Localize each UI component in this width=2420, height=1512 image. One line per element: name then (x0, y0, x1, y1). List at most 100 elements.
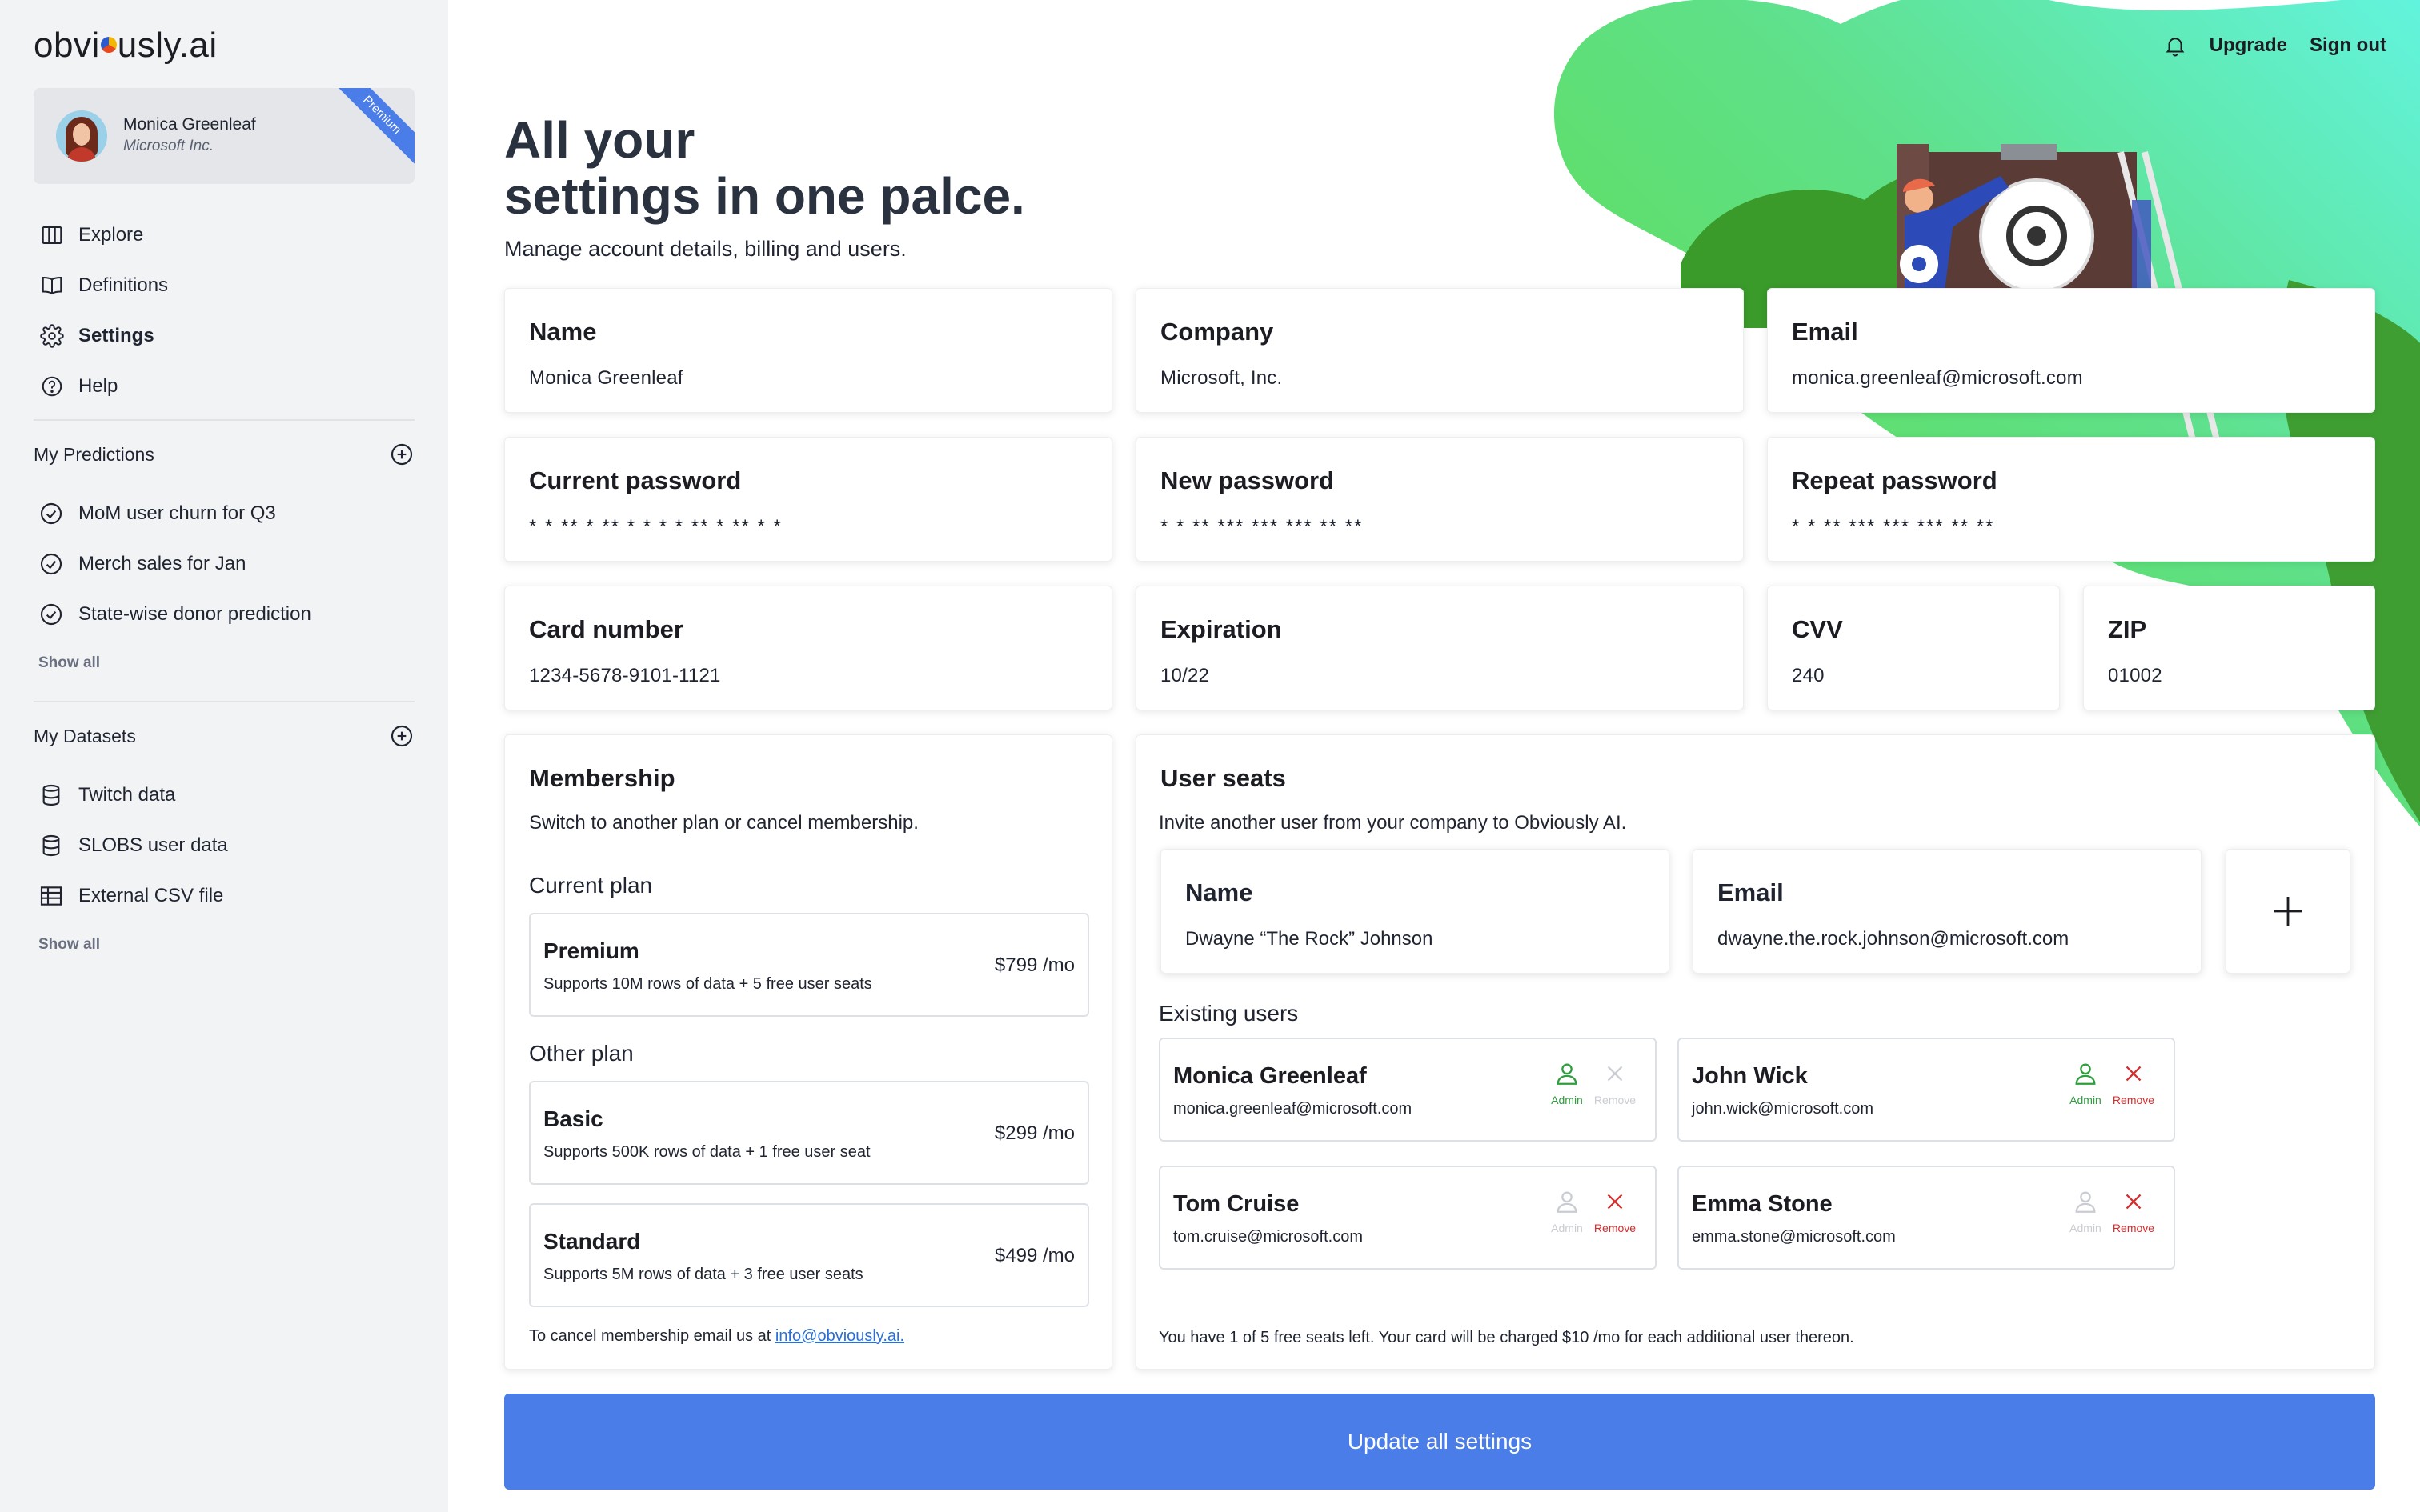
list-item[interactable]: External CSV file (38, 870, 415, 921)
invite-email-field[interactable]: Email dwayne.the.rock.johnson@microsoft.… (1693, 849, 2202, 974)
predictions-list: MoM user churn for Q3 Merch sales for Ja… (38, 488, 415, 639)
gear-icon (38, 322, 66, 350)
page-subtitle: Manage account details, billing and user… (504, 237, 907, 261)
field-label: New password (1160, 466, 1335, 494)
user-icon (1557, 1063, 1577, 1085)
field-label: Email (1792, 318, 1858, 346)
predictions-show-all-link[interactable]: Show all (38, 654, 100, 672)
user-card: John Wick john.wick@microsoft.com Admin … (1677, 1038, 2175, 1142)
logo[interactable]: obvi usly.ai (34, 26, 218, 66)
expiration-field[interactable]: Expiration 10/22 (1136, 586, 1744, 710)
add-dataset-icon[interactable] (389, 723, 415, 749)
plan-option-basic[interactable]: Basic Supports 500K rows of data + 1 fre… (529, 1081, 1089, 1185)
current-password-field[interactable]: Current password * * ** * ** * * * * ** … (504, 437, 1112, 562)
remove-user-button[interactable]: Remove (2109, 1060, 2158, 1106)
user-icon (2075, 1063, 2096, 1085)
book-icon (38, 272, 66, 299)
nav-item-settings[interactable]: Settings (38, 310, 415, 361)
close-icon (1607, 1194, 1623, 1210)
user-email: tom.cruise@microsoft.com (1173, 1228, 1364, 1246)
repeat-password-input[interactable]: * * ** *** *** *** ** ** (1792, 516, 1994, 538)
update-all-settings-button[interactable]: Update all settings (504, 1394, 2375, 1490)
profile-company: Microsoft Inc. (123, 138, 214, 154)
add-prediction-icon[interactable] (389, 442, 415, 467)
user-name: Monica Greenleaf (1173, 1063, 1367, 1089)
admin-toggle[interactable]: Admin (2061, 1060, 2109, 1106)
email-input[interactable]: monica.greenleaf@microsoft.com (1792, 367, 2083, 390)
cancel-membership-note: To cancel membership email us at info@ob… (529, 1327, 905, 1345)
bell-icon[interactable] (2163, 34, 2187, 58)
add-user-button[interactable] (2226, 849, 2350, 974)
invite-email-input[interactable]: dwayne.the.rock.johnson@microsoft.com (1717, 928, 2069, 950)
remove-user-button[interactable]: Remove (1591, 1188, 1639, 1234)
remove-user-button[interactable]: Remove (2109, 1188, 2158, 1234)
list-item[interactable]: MoM user churn for Q3 (38, 488, 415, 538)
nav-item-explore[interactable]: Explore (38, 210, 415, 260)
zip-field[interactable]: ZIP 01002 (2083, 586, 2375, 710)
plan-description: Supports 500K rows of data + 1 free user… (543, 1143, 871, 1161)
sign-out-link[interactable]: Sign out (2310, 34, 2386, 57)
repeat-password-field[interactable]: Repeat password * * ** *** *** *** ** ** (1767, 437, 2375, 562)
user-email: monica.greenleaf@microsoft.com (1173, 1100, 1412, 1118)
invite-name-field[interactable]: Name Dwayne “The Rock” Johnson (1160, 849, 1669, 974)
new-password-input[interactable]: * * ** *** *** *** ** ** (1160, 516, 1363, 538)
help-icon (38, 373, 66, 400)
user-card: Monica Greenleaf monica.greenleaf@micros… (1159, 1038, 1657, 1142)
field-label: Card number (529, 615, 683, 643)
admin-toggle[interactable]: Admin (1543, 1060, 1591, 1106)
remove-user-button[interactable]: Remove (1591, 1060, 1639, 1106)
plan-price: $299 /mo (994, 1122, 1075, 1144)
zip-input[interactable]: 01002 (2108, 665, 2162, 687)
nav-item-definitions[interactable]: Definitions (38, 260, 415, 310)
cvv-field[interactable]: CVV 240 (1767, 586, 2060, 710)
list-item[interactable]: SLOBS user data (38, 820, 415, 870)
profile-card[interactable]: Monica Greenleaf Microsoft Inc. Premium (34, 88, 415, 184)
field-label: Current password (529, 466, 742, 494)
datasets-title: My Datasets (34, 725, 136, 746)
predictions-header: My Predictions (34, 442, 415, 467)
current-password-input[interactable]: * * ** * ** * * * * ** * ** * * (529, 516, 783, 538)
membership-subtitle: Switch to another plan or cancel members… (529, 812, 919, 834)
invite-name-input[interactable]: Dwayne “The Rock” Johnson (1185, 928, 1432, 950)
company-field[interactable]: Company Microsoft, Inc. (1136, 288, 1744, 413)
premium-ribbon: Premium (331, 88, 415, 166)
list-item[interactable]: State-wise donor prediction (38, 589, 415, 639)
company-input[interactable]: Microsoft, Inc. (1160, 367, 1282, 390)
plan-description: Supports 10M rows of data + 5 free user … (543, 975, 872, 993)
admin-toggle[interactable]: Admin (1543, 1188, 1591, 1234)
list-item[interactable]: Twitch data (38, 770, 415, 820)
current-plan-option[interactable]: Premium Supports 10M rows of data + 5 fr… (529, 913, 1089, 1017)
list-item[interactable]: Merch sales for Jan (38, 538, 415, 589)
support-email-link[interactable]: info@obviously.ai. (775, 1327, 904, 1345)
nav-label: Definitions (78, 274, 169, 296)
user-name: Emma Stone (1692, 1191, 1833, 1217)
user-email: john.wick@microsoft.com (1692, 1100, 1874, 1118)
columns-icon (38, 222, 66, 249)
plan-price: $799 /mo (994, 954, 1075, 976)
card-number-field[interactable]: Card number 1234-5678-9101-1121 (504, 586, 1112, 710)
divider (34, 419, 415, 421)
sidebar: obvi usly.ai Monica Greenleaf Microsoft I… (0, 0, 448, 1512)
profile-name: Monica Greenleaf (123, 115, 256, 134)
admin-toggle[interactable]: Admin (2061, 1188, 2109, 1234)
plan-option-standard[interactable]: Standard Supports 5M rows of data + 3 fr… (529, 1203, 1089, 1307)
top-nav: Upgrade Sign out (2163, 34, 2386, 58)
cvv-input[interactable]: 240 (1792, 665, 1825, 687)
logo-dot-icon (100, 37, 117, 54)
email-field[interactable]: Email monica.greenleaf@microsoft.com (1767, 288, 2375, 413)
predictions-title: My Predictions (34, 443, 154, 465)
nav-item-help[interactable]: Help (38, 361, 415, 411)
close-icon (2126, 1194, 2142, 1210)
avatar (56, 110, 107, 162)
name-input[interactable]: Monica Greenleaf (529, 367, 683, 390)
datasets-show-all-link[interactable]: Show all (38, 936, 100, 954)
other-plan-heading: Other plan (529, 1041, 634, 1066)
plus-icon (2274, 897, 2302, 926)
expiration-input[interactable]: 10/22 (1160, 665, 1209, 687)
upgrade-link[interactable]: Upgrade (2210, 34, 2287, 57)
field-label: CVV (1792, 615, 1843, 643)
close-icon (1607, 1066, 1623, 1082)
new-password-field[interactable]: New password * * ** *** *** *** ** ** (1136, 437, 1744, 562)
name-field[interactable]: Name Monica Greenleaf (504, 288, 1112, 413)
card-number-input[interactable]: 1234-5678-9101-1121 (529, 665, 721, 687)
